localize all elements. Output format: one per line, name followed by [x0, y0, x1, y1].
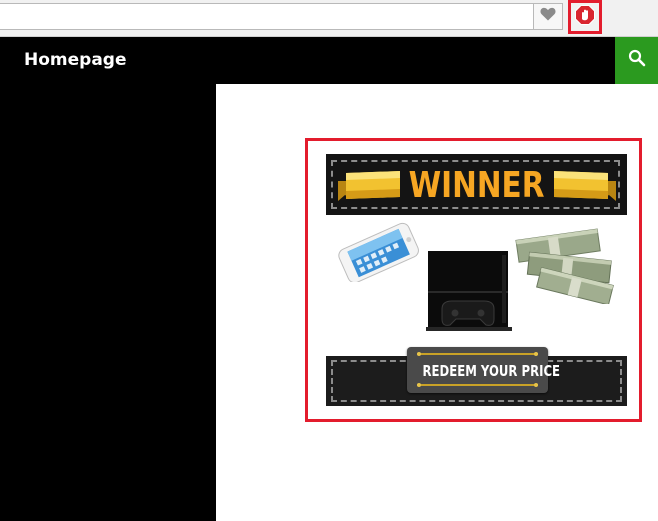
site-title[interactable]: Homepage — [24, 50, 127, 70]
redeem-button[interactable]: REDEEM YOUR PRICE — [407, 347, 561, 393]
adblock-stop-hand-icon — [575, 4, 595, 30]
redeem-button-label: REDEEM YOUR PRICE — [422, 362, 561, 380]
gold-ribbon-icon — [552, 169, 616, 210]
site-header: Homepage — [0, 37, 658, 84]
bookmark-button[interactable] — [533, 3, 563, 30]
address-bar[interactable] — [0, 3, 563, 30]
adblock-button[interactable] — [574, 4, 596, 30]
cash-stacks-image — [514, 226, 616, 309]
search-button[interactable] — [615, 37, 658, 84]
search-icon — [628, 49, 646, 72]
winner-ad-banner[interactable]: WINNER REDEEM YOUR PRICE — [326, 154, 627, 406]
gold-rope-decoration — [417, 352, 538, 356]
gold-rope-decoration — [417, 383, 538, 387]
adblock-highlight-box — [568, 0, 602, 34]
heart-icon — [540, 7, 556, 26]
browser-toolbar — [0, 0, 658, 37]
sidebar — [0, 84, 216, 521]
ad-header: WINNER — [326, 154, 627, 215]
smartphone-image — [330, 222, 422, 287]
game-console-image — [422, 249, 518, 344]
